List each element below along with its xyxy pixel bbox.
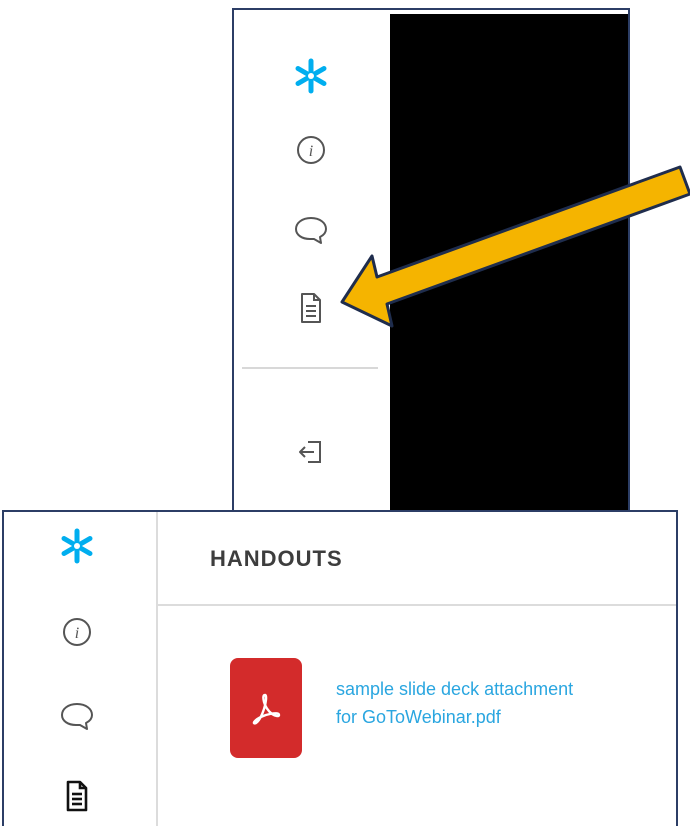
svg-text:i: i: [75, 625, 79, 642]
panel-title: HANDOUTS: [210, 546, 343, 571]
bottom-screenshot-panel: i HANDOUTS sample slide deck attachment …: [2, 510, 678, 826]
handouts-panel: HANDOUTS sample slide deck attachment fo…: [158, 512, 676, 826]
document-icon[interactable]: [286, 288, 336, 328]
handout-file-link[interactable]: sample slide deck attachment for GoToWeb…: [336, 675, 681, 731]
sidebar-divider: [242, 367, 378, 369]
chat-bubble-icon[interactable]: [52, 696, 102, 736]
snowflake-logo-icon: [286, 56, 336, 96]
exit-icon[interactable]: [286, 432, 336, 472]
file-name-line-1: sample slide deck attachment: [336, 679, 574, 699]
file-name-line-2: for GoToWebinar.pdf: [336, 707, 501, 727]
pdf-file-tile[interactable]: [230, 658, 302, 758]
document-icon[interactable]: [52, 776, 102, 816]
info-icon[interactable]: i: [286, 130, 336, 170]
snowflake-logo-icon: [52, 526, 102, 566]
arrow-pointer-icon: [340, 165, 690, 328]
pdf-icon: [252, 693, 281, 725]
header-divider: [158, 604, 676, 606]
svg-text:i: i: [309, 143, 313, 160]
sidebar: i: [4, 512, 158, 826]
chat-bubble-icon[interactable]: [286, 210, 336, 250]
info-icon[interactable]: i: [52, 612, 102, 652]
